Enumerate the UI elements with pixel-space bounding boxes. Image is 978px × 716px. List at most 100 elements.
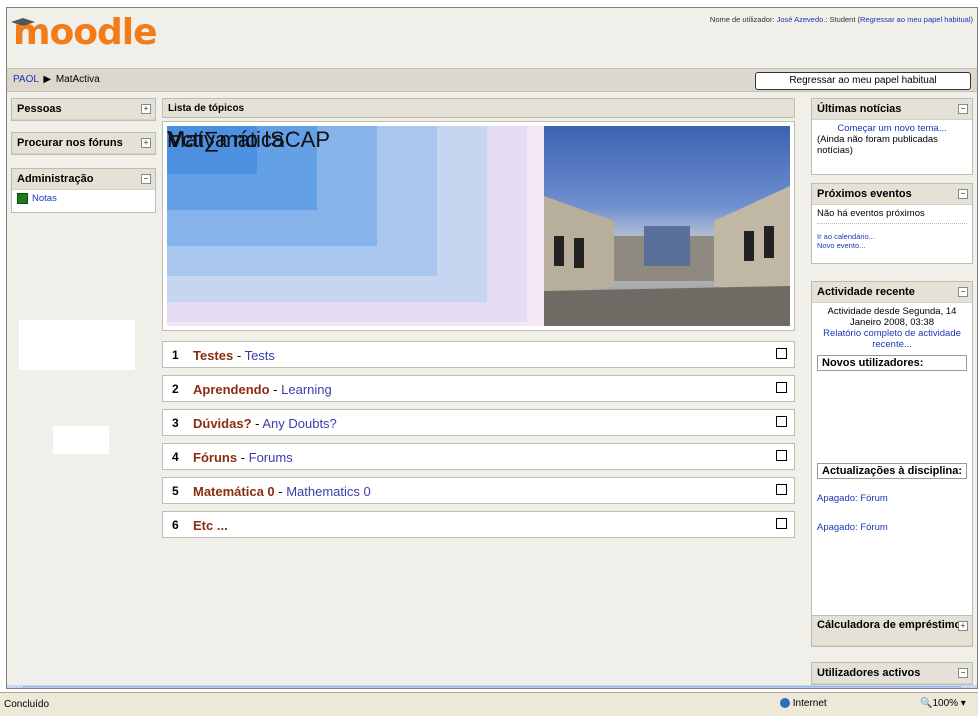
breadcrumb-current: MatActiva	[55, 74, 100, 85]
collapse-icon[interactable]: −	[141, 174, 151, 184]
forum-search-block: Procurar nos fóruns +	[11, 132, 156, 155]
zoom-icon: 🔍	[920, 698, 933, 709]
recent-activity-block: Actividade recente − Actividade desde Seg…	[811, 281, 973, 630]
horizontal-scrollbar[interactable]: ◀ ▶	[7, 685, 977, 688]
topics-header: Lista de tópicos	[162, 98, 795, 118]
expand-icon[interactable]: +	[141, 138, 151, 148]
grades-icon	[17, 193, 28, 204]
zoom-control[interactable]: 🔍100% ▾	[920, 698, 966, 709]
topic-title: Aprendendo - Learning	[193, 382, 332, 397]
topic-title: Etc ...	[193, 518, 228, 533]
zone-label: Internet	[792, 698, 827, 709]
moodle-logo[interactable]: moodle	[11, 12, 158, 53]
topic-title-pt: Matemática 0	[193, 484, 275, 499]
topic-title-pt: Fóruns	[193, 450, 238, 465]
topic-title-en: Learning	[281, 382, 332, 397]
active-users-header: Utilizadores activos −	[812, 663, 972, 684]
topic-number: 2	[172, 382, 179, 396]
admin-block: Administração − Notas	[11, 168, 156, 213]
topic-title-separator: -	[233, 348, 245, 363]
collapse-icon[interactable]: −	[958, 668, 968, 678]
topic-row[interactable]: 4 Fóruns - Forums	[162, 443, 795, 470]
topic-title-pt: Testes	[193, 348, 234, 363]
events-title: Próximos eventos	[817, 188, 912, 200]
banner-gradient: Mat∑mática ∀ctiva no ISCAP	[167, 126, 545, 326]
recent-activity-title: Actividade recente	[817, 286, 915, 298]
news-body: Começar um novo tema... (Ainda não foram…	[812, 120, 972, 174]
grades-link[interactable]: Notas	[32, 193, 57, 204]
topic-title-separator: -	[269, 382, 282, 397]
expand-icon[interactable]: +	[141, 104, 151, 114]
show-only-topic-icon[interactable]	[776, 484, 787, 495]
news-title: Últimas notícias	[817, 103, 902, 115]
events-block: Próximos eventos − Não há eventos próximo…	[811, 183, 973, 264]
topic-title: Fóruns - Forums	[193, 450, 293, 465]
topic-title-separator: -	[274, 484, 287, 499]
topic-title-pt: Dúvidas?	[193, 416, 252, 431]
people-title: Pessoas	[17, 103, 62, 115]
people-block-header: Pessoas +	[12, 99, 155, 120]
blank-area	[19, 320, 135, 370]
show-only-topic-icon[interactable]	[776, 382, 787, 393]
admin-title: Administração	[17, 173, 94, 185]
new-event-link[interactable]: Novo evento...	[817, 241, 967, 250]
user-name-link[interactable]: José Azevedo	[777, 15, 824, 24]
topic-title: Dúvidas? - Any Doubts?	[193, 416, 337, 431]
topic-title: Testes - Tests	[193, 348, 275, 363]
collapse-icon[interactable]: −	[958, 189, 968, 199]
breadcrumb-home[interactable]: PAOL	[13, 74, 39, 85]
user-role: .: Student (	[823, 15, 860, 24]
collapse-icon[interactable]: −	[958, 287, 968, 297]
show-only-topic-icon[interactable]	[776, 450, 787, 461]
show-only-topic-icon[interactable]	[776, 348, 787, 359]
chevron-down-icon[interactable]: ▾	[958, 698, 966, 709]
breadcrumb: PAOL ▶ MatActiva	[13, 74, 100, 85]
status-bar: Concluído Internet 🔍100% ▾	[0, 692, 978, 716]
events-header: Próximos eventos −	[812, 184, 972, 205]
show-only-topic-icon[interactable]	[776, 518, 787, 529]
breadcrumb-separator-icon: ▶	[43, 74, 52, 85]
topic-row[interactable]: 2 Aprendendo - Learning	[162, 375, 795, 402]
return-role-button[interactable]: Regressar ao meu papel habitual	[755, 72, 971, 90]
topic-number: 5	[172, 484, 179, 498]
banner-title-line2: ∀ctiva no ISCAP	[167, 127, 331, 152]
status-text: Concluído	[4, 699, 50, 710]
new-topic-link[interactable]: Começar um novo tema...	[817, 123, 967, 134]
campus-photo	[544, 126, 790, 326]
topic-row[interactable]: 3 Dúvidas? - Any Doubts?	[162, 409, 795, 436]
user-suffix: )	[970, 15, 974, 24]
new-users-heading: Novos utilizadores:	[817, 355, 967, 371]
recent-activity-body: Actividade desde Segunda, 14 Janeiro 200…	[812, 303, 972, 629]
zoom-level: 100%	[932, 698, 959, 709]
return-role-link[interactable]: Regressar ao meu papel habitual	[860, 15, 971, 24]
collapse-icon[interactable]: −	[958, 104, 968, 114]
topic-row[interactable]: 5 Matemática 0 - Mathematics 0	[162, 477, 795, 504]
topic-title-separator: -	[237, 450, 249, 465]
topic-title-en: Forums	[248, 450, 293, 465]
graduation-cap-icon	[11, 18, 35, 26]
topic-number: 6	[172, 518, 179, 532]
admin-block-body: Notas	[12, 190, 155, 212]
scroll-thumb[interactable]	[23, 686, 961, 688]
course-updates-heading: Actualizações à disciplina:	[817, 463, 967, 479]
loan-calculator-header: Cálculadora de empréstimos +	[812, 616, 972, 646]
scroll-left-icon[interactable]: ◀	[9, 686, 17, 688]
active-users-block: Utilizadores activos −	[811, 662, 973, 685]
people-block: Pessoas +	[11, 98, 156, 121]
news-block: Últimas notícias − Começar um novo tema..…	[811, 98, 973, 175]
calendar-link[interactable]: Ir ao calendário...	[817, 232, 967, 241]
topic-row[interactable]: 6 Etc ...	[162, 511, 795, 538]
topic-title-separator: -	[251, 416, 263, 431]
show-only-topic-icon[interactable]	[776, 416, 787, 427]
expand-icon[interactable]: +	[958, 621, 968, 631]
blank-area	[53, 426, 109, 454]
full-activity-report-link[interactable]: Relatório completo de actividade recente…	[817, 328, 967, 350]
topic-number: 3	[172, 416, 179, 430]
topic-row[interactable]: 1 Testes - Tests	[162, 341, 795, 368]
topic-title-en: Any Doubts?	[262, 416, 337, 431]
update-item[interactable]: Apagado: Fórum	[817, 522, 967, 533]
scroll-right-icon[interactable]: ▶	[967, 686, 975, 688]
user-info: Nome de utilizador: José Azevedo.: Stude…	[710, 15, 973, 24]
building-illustration	[544, 186, 790, 326]
update-item[interactable]: Apagado: Fórum	[817, 493, 967, 504]
